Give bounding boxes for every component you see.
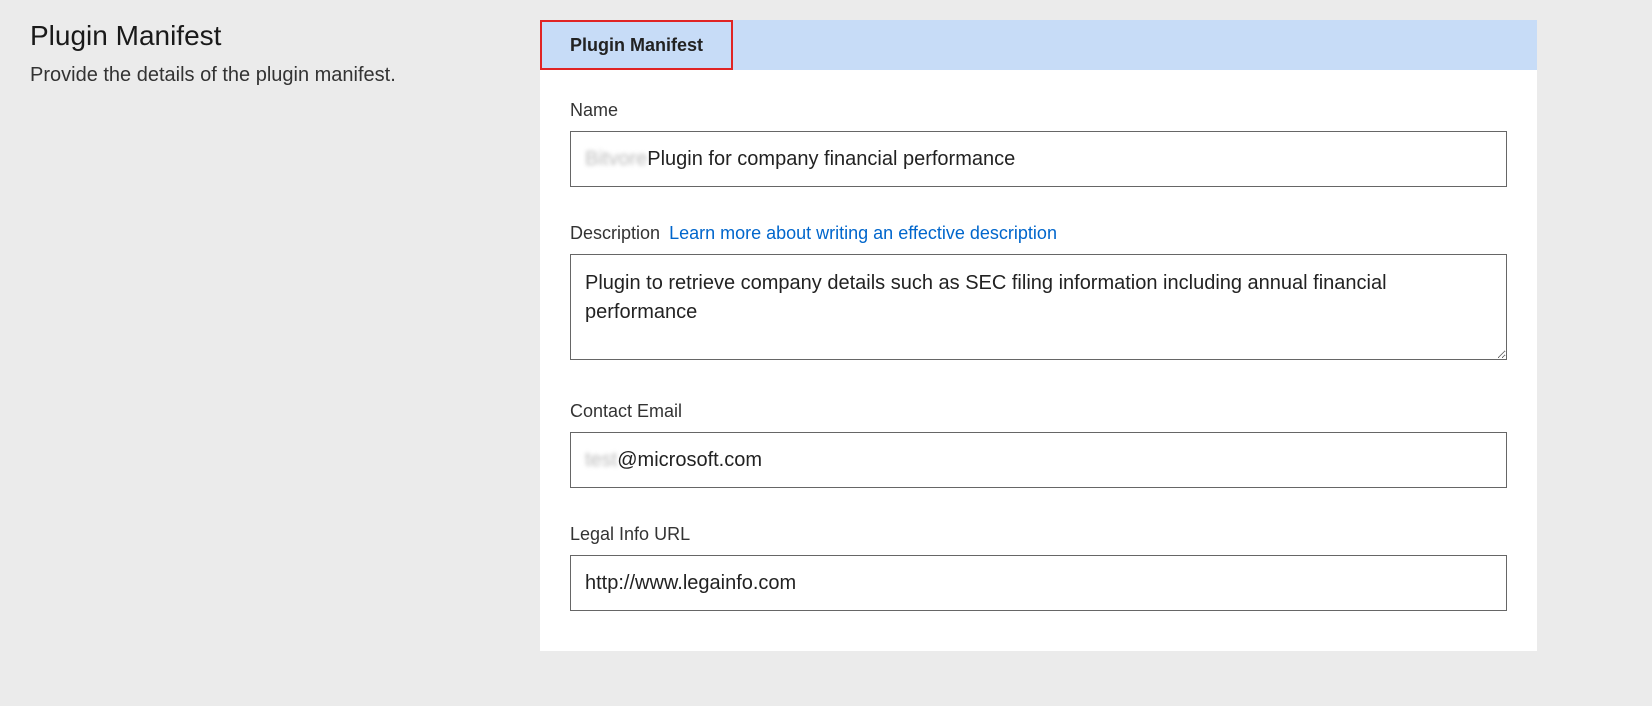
contact-email-blurred-prefix: test [585,449,617,472]
form-panel: Name Bitvore Plugin for company financia… [540,70,1537,651]
legal-url-input[interactable] [570,555,1507,611]
name-input[interactable]: Bitvore Plugin for company financial per… [570,131,1507,187]
sidebar: Plugin Manifest Provide the details of t… [0,0,540,706]
description-label-text: Description [570,223,660,243]
contact-email-value: @microsoft.com [617,449,762,472]
description-learn-more-link[interactable]: Learn more about writing an effective de… [669,223,1057,243]
form-group-contact-email: Contact Email test @microsoft.com [570,401,1507,488]
description-textarea[interactable] [570,254,1507,360]
name-value: Plugin for company financial performance [647,148,1015,171]
tab-bar: Plugin Manifest [540,20,1537,70]
tab-plugin-manifest[interactable]: Plugin Manifest [540,20,733,70]
page-title: Plugin Manifest [30,20,510,52]
name-blurred-prefix: Bitvore [585,148,647,171]
page-description: Provide the details of the plugin manife… [30,60,510,90]
description-label: Description Learn more about writing an … [570,223,1507,244]
contact-email-label: Contact Email [570,401,1507,422]
main-panel: Plugin Manifest Name Bitvore Plugin for … [540,0,1652,706]
form-group-name: Name Bitvore Plugin for company financia… [570,100,1507,187]
form-group-legal-url: Legal Info URL [570,524,1507,611]
legal-url-label: Legal Info URL [570,524,1507,545]
name-label: Name [570,100,1507,121]
form-group-description: Description Learn more about writing an … [570,223,1507,365]
contact-email-input[interactable]: test @microsoft.com [570,432,1507,488]
